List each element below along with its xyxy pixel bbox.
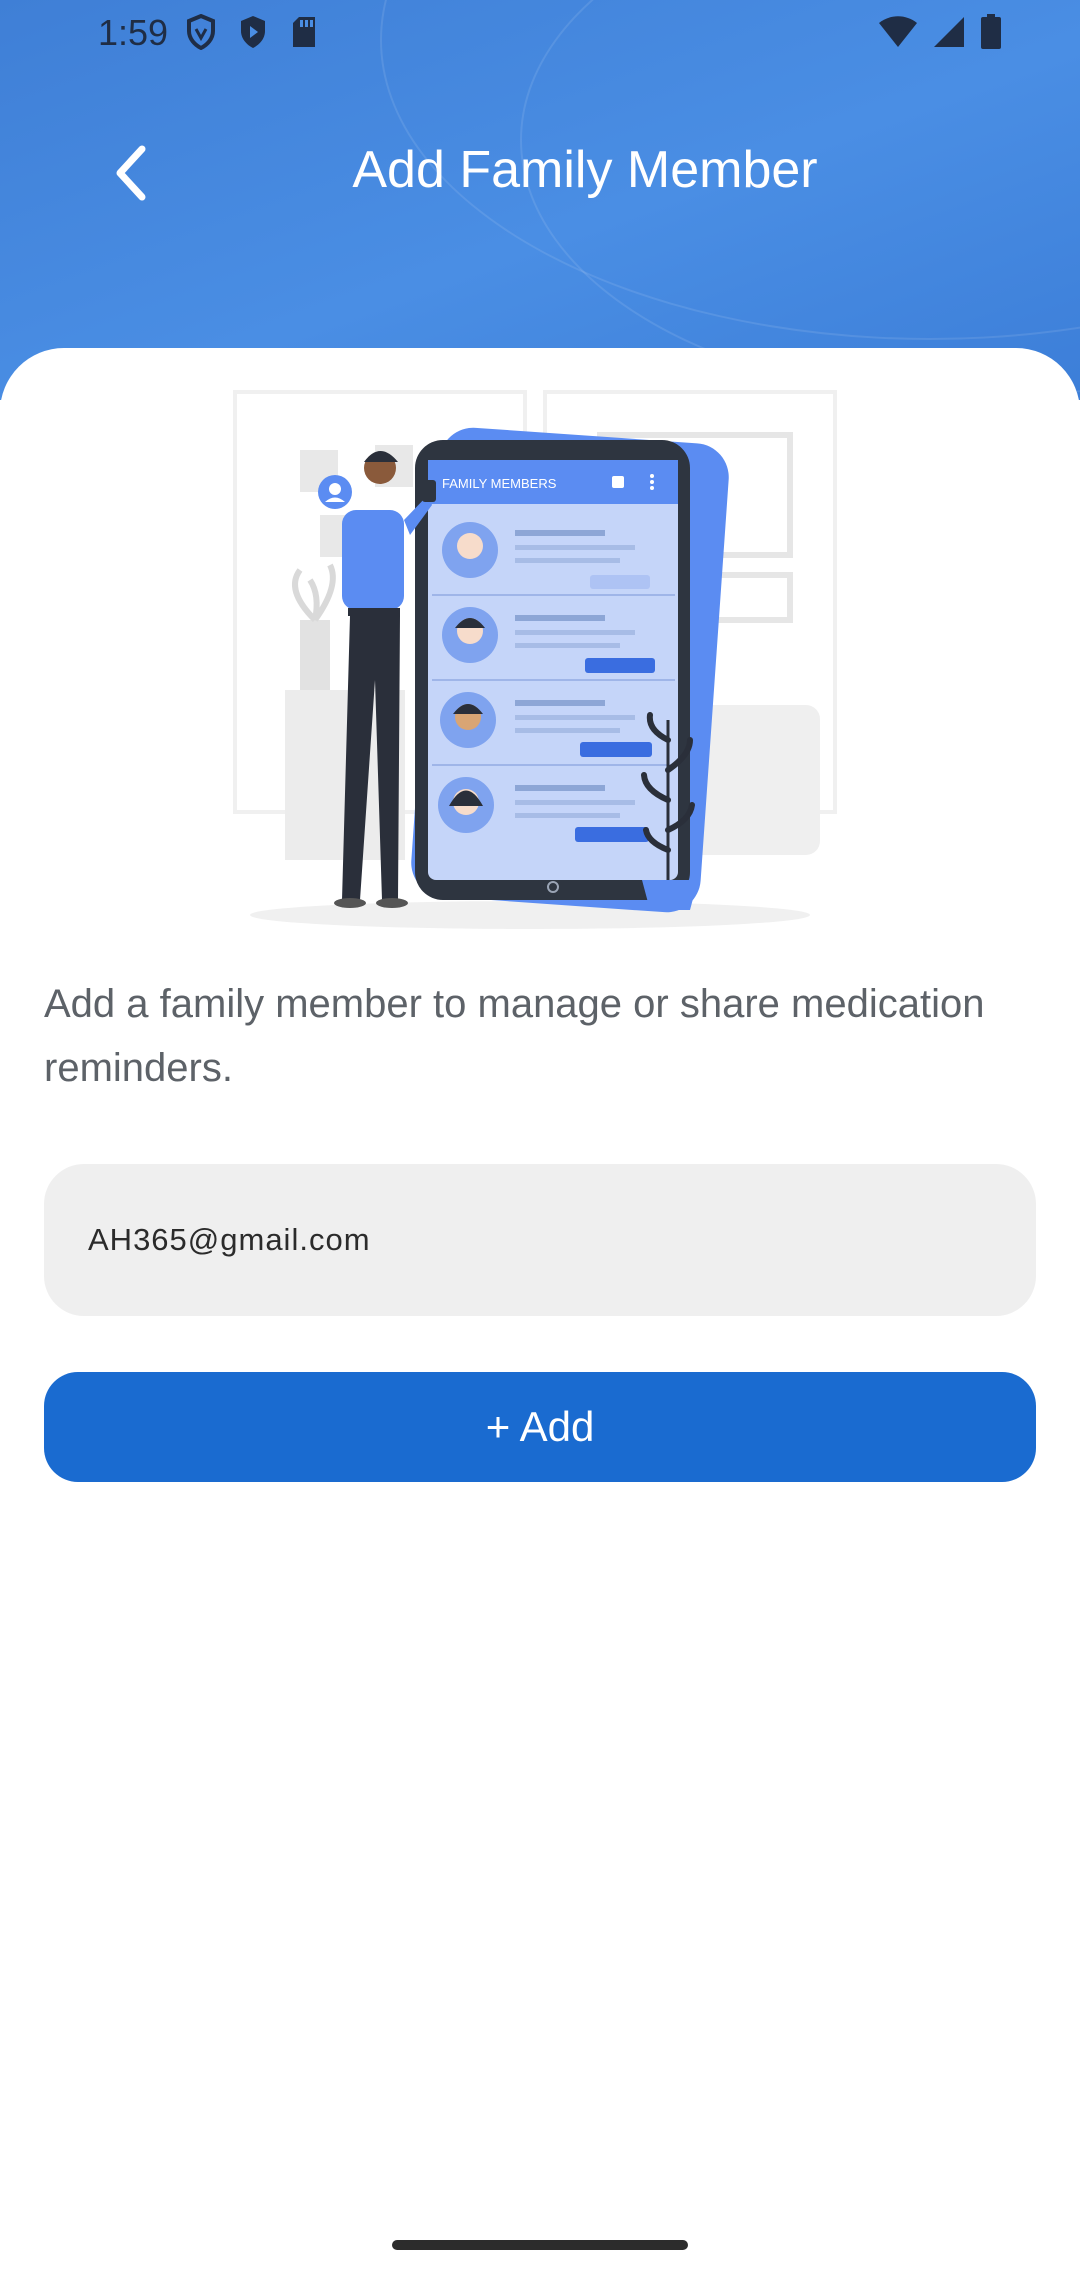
- wifi-icon: [879, 16, 917, 47]
- family-members-illustration: FAMILY MEMBERS: [233, 390, 837, 929]
- description-text: Add a family member to manage or share m…: [44, 982, 985, 1090]
- add-button-label: + Add: [485, 1403, 595, 1450]
- sd-card-icon: [293, 17, 315, 47]
- screen: 1:59 Add Family Member FAMILY MEMBERS Ad…: [0, 0, 1080, 2280]
- page-title: Add Family Member: [352, 141, 818, 199]
- home-indicator[interactable]: [392, 2240, 688, 2250]
- status-time: 1:59: [98, 12, 169, 53]
- email-field[interactable]: [44, 1164, 1036, 1316]
- email-input[interactable]: [88, 1222, 1036, 1258]
- cellular-signal-icon: [934, 17, 964, 47]
- play-protect-icon: [241, 16, 265, 48]
- status-bar: 1:59: [0, 0, 1080, 70]
- status-right-icons: [878, 14, 1002, 50]
- add-button[interactable]: + Add: [44, 1372, 1036, 1482]
- vpn-shield-icon: [187, 14, 215, 50]
- battery-icon: [981, 14, 1001, 49]
- phone-header-text: FAMILY MEMBERS: [442, 476, 557, 491]
- status-left-icons: [186, 14, 318, 50]
